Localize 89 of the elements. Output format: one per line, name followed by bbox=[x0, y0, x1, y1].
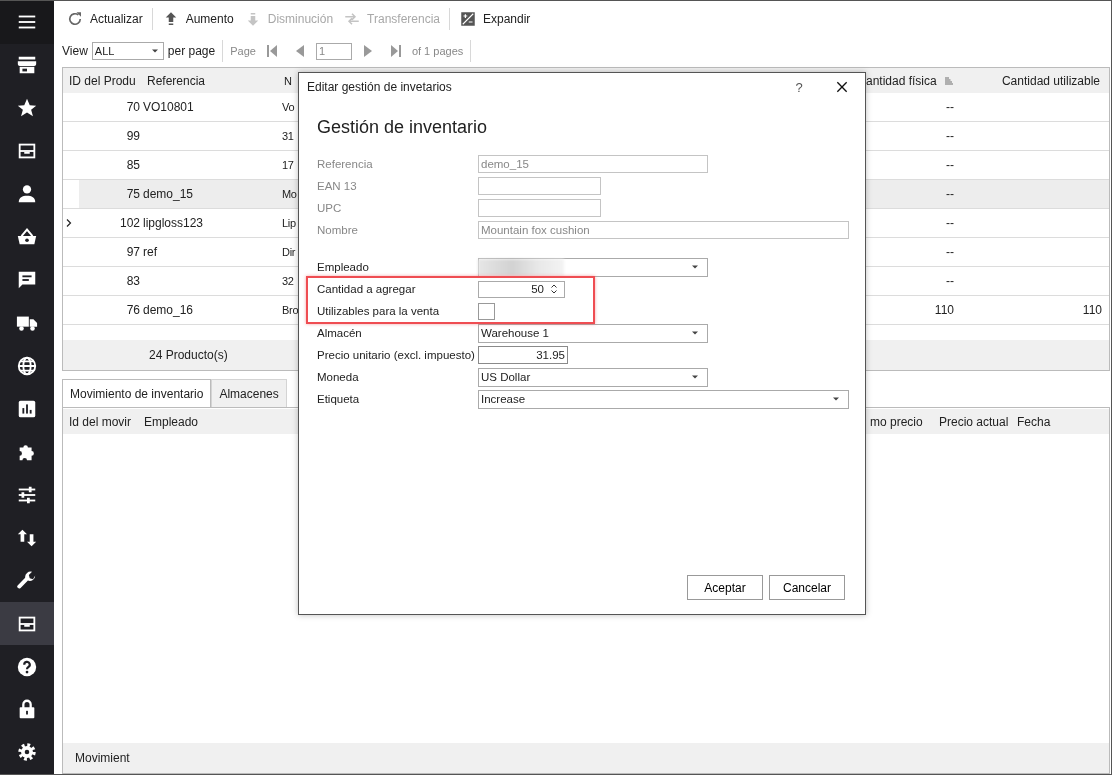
table-cell-text: 97 bbox=[125, 245, 140, 259]
tab[interactable]: Almacenes bbox=[211, 379, 287, 407]
dialog-title: Editar gestión de invetarios bbox=[307, 80, 453, 94]
input-field[interactable]: 31.95 bbox=[478, 346, 568, 364]
table-cell-text: -- bbox=[945, 245, 955, 259]
field-label: Moneda bbox=[317, 371, 360, 383]
sort-icon bbox=[942, 74, 955, 87]
column-header[interactable]: Id del movir bbox=[63, 414, 138, 429]
table-cell-text: demo_16 bbox=[142, 303, 195, 317]
toolbar-button[interactable]: Expandir bbox=[455, 6, 535, 32]
table-cell-text: 70 bbox=[125, 100, 140, 114]
column-header[interactable]: ID del Produ bbox=[63, 73, 140, 88]
transfer-arrows-icon bbox=[343, 10, 362, 28]
field-label: EAN 13 bbox=[317, 180, 358, 192]
field-label: Nombre bbox=[317, 224, 359, 236]
gear-icon bbox=[16, 741, 38, 764]
field-label: Etiqueta bbox=[317, 393, 361, 405]
table-cell-text: 17 bbox=[281, 159, 295, 171]
per-page-label: per page bbox=[167, 44, 216, 58]
table-cell-text: -- bbox=[945, 274, 955, 288]
refresh-icon bbox=[66, 10, 84, 28]
page-field[interactable]: 1 bbox=[315, 42, 352, 60]
table-cell-text: 32 bbox=[281, 275, 295, 287]
dropdown[interactable]: Increase bbox=[478, 389, 849, 409]
view-label: View bbox=[62, 44, 88, 58]
globe-icon bbox=[16, 354, 38, 377]
expand-icon bbox=[459, 10, 477, 28]
toolbar-button[interactable]: Actualizar bbox=[62, 6, 147, 32]
product-count: 24 Producto(s) bbox=[148, 348, 228, 362]
table-cell-text: Vo bbox=[281, 101, 296, 113]
movement-count: Movimient bbox=[75, 751, 130, 765]
first-page-icon bbox=[265, 44, 278, 58]
table-cell: Bro bbox=[281, 304, 298, 316]
number-spinner[interactable]: 50 bbox=[478, 280, 565, 298]
table-cell-text: VO10801 bbox=[142, 100, 195, 114]
field-label: Empleado bbox=[317, 261, 370, 273]
dropdown[interactable]: US Dollar bbox=[478, 367, 708, 387]
table-cell-text: demo_15 bbox=[142, 187, 195, 201]
per-page-select[interactable]: ALL bbox=[91, 42, 164, 60]
page-label: Page bbox=[230, 45, 256, 57]
sidebar-item[interactable] bbox=[0, 1, 54, 44]
table-cell-text: 102 bbox=[118, 216, 140, 230]
table-cell-text: Lip bbox=[281, 217, 297, 229]
last-page-icon bbox=[389, 44, 402, 58]
table-cell-text: 85 bbox=[125, 158, 140, 172]
close-icon bbox=[834, 79, 850, 95]
table-cell-text: -- bbox=[945, 129, 955, 143]
dialog-button[interactable]: Aceptar bbox=[687, 575, 763, 600]
page-count-label: of 1 pages bbox=[411, 45, 464, 57]
dialog-heading: Gestión de inventario bbox=[316, 116, 489, 139]
table-cell-text: ref bbox=[142, 245, 158, 259]
spin-arrows-icon bbox=[548, 283, 560, 295]
table-cell-text: 75 bbox=[125, 187, 140, 201]
tab[interactable]: Movimiento de inventario bbox=[62, 379, 212, 407]
table-cell-text: -- bbox=[945, 187, 955, 201]
next-page-icon bbox=[361, 44, 374, 58]
table-cell: Mo bbox=[281, 188, 298, 200]
table-cell-text: 110 bbox=[933, 303, 955, 317]
table-cell-text: 110 bbox=[1081, 303, 1103, 317]
column-header[interactable]: Precio actual bbox=[933, 414, 1011, 429]
table-cell-text: 99 bbox=[125, 129, 140, 143]
column-header[interactable]: Fecha bbox=[1011, 414, 1057, 429]
field-label: Precio unitario (excl. impuesto) bbox=[317, 349, 476, 361]
column-header[interactable]: mo precio bbox=[867, 414, 933, 429]
checkbox[interactable] bbox=[478, 302, 495, 320]
help-button[interactable]: ? bbox=[779, 79, 819, 95]
table-cell-text: 31 bbox=[281, 130, 295, 142]
column-header[interactable]: Referencia bbox=[140, 73, 281, 88]
dropdown[interactable]: Warehouse 1 bbox=[478, 323, 708, 343]
table-cell-text: 83 bbox=[125, 274, 140, 288]
field-label: UPC bbox=[317, 202, 343, 214]
field-label: Referencia bbox=[317, 158, 374, 170]
field-label: Utilizables para la venta bbox=[317, 305, 441, 317]
table-cell-text: -- bbox=[945, 100, 955, 114]
table-cell-text: 76 bbox=[125, 303, 140, 317]
column-header[interactable]: Cantidad utilizable bbox=[960, 73, 1108, 88]
field-label: Cantidad a agregar bbox=[317, 283, 417, 295]
help-icon bbox=[16, 655, 38, 678]
toolbar-button[interactable]: Aumento bbox=[157, 6, 238, 32]
table-cell-text: lipgloss123 bbox=[142, 216, 205, 230]
table-cell-text: -- bbox=[945, 158, 955, 172]
sidebar-item[interactable] bbox=[0, 602, 54, 646]
column-header[interactable]: antidad física bbox=[866, 73, 960, 88]
column-header[interactable]: N bbox=[281, 74, 298, 87]
table-cell-text: Dir bbox=[281, 246, 297, 258]
field-label: Almacén bbox=[317, 327, 363, 339]
table-cell-text: -- bbox=[945, 216, 955, 230]
dropdown[interactable] bbox=[478, 257, 708, 277]
dialog-button[interactable]: Cancelar bbox=[769, 575, 845, 600]
